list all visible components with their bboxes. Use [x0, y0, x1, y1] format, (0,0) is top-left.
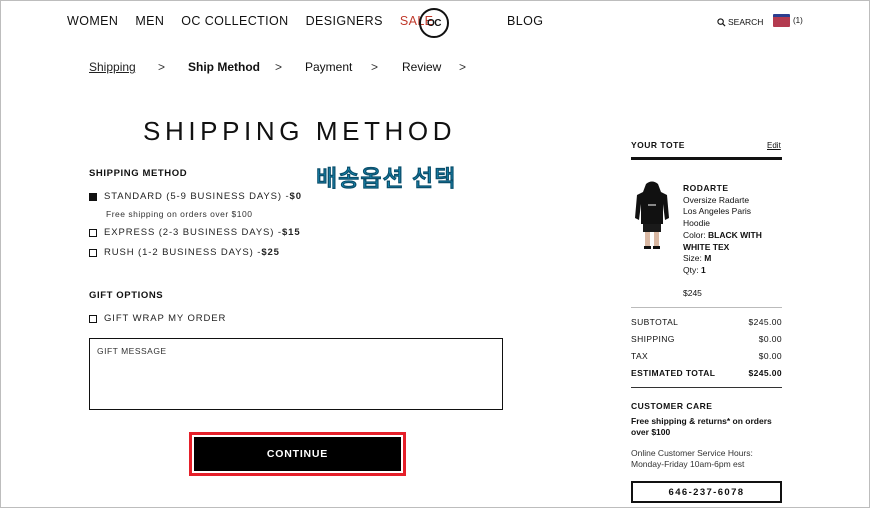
- breadcrumb-review: Review: [402, 60, 442, 74]
- korean-annotation: 배송옵션 선택: [316, 165, 457, 192]
- checkbox-checked-icon[interactable]: [89, 192, 97, 201]
- shipping-label: SHIPPING: [631, 334, 675, 344]
- nav-designers[interactable]: DESIGNERS: [306, 14, 383, 28]
- color-label: Color:: [683, 229, 709, 240]
- service-hours-label: Online Customer Service Hours:: [631, 448, 753, 458]
- oc-logo[interactable]: OC: [419, 8, 449, 38]
- total-row: ESTIMATED TOTAL $245.00: [631, 368, 782, 378]
- option-text: STANDARD (5-9 BUSINESS DAYS) -: [104, 191, 290, 202]
- product-name: Los Angeles Paris: [683, 206, 752, 217]
- option-price: $15: [281, 227, 301, 238]
- gift-wrap-option[interactable]: GIFT WRAP MY ORDER: [89, 313, 226, 324]
- breadcrumb-separator: >: [459, 60, 467, 74]
- product-name: Oversize Radarte: [683, 194, 750, 205]
- product-color: Color: BLACK WITH: [683, 230, 783, 242]
- search-label: SEARCH: [728, 17, 764, 27]
- product-qty: Qty: 1: [683, 265, 783, 277]
- qty-label: Qty:: [683, 264, 701, 275]
- gift-wrap-label: GIFT WRAP MY ORDER: [104, 313, 227, 324]
- breadcrumb-payment: Payment: [305, 60, 353, 74]
- divider: [631, 307, 782, 308]
- qty-value: 1: [700, 264, 706, 275]
- option-text: EXPRESS (2-3 BUSINESS DAYS) -: [104, 227, 282, 238]
- tax-row: TAX $0.00: [631, 351, 782, 361]
- tote-edit-link[interactable]: Edit: [767, 141, 781, 150]
- shipping-value: $0.00: [758, 334, 782, 344]
- shipping-option-express[interactable]: EXPRESS (2-3 BUSINESS DAYS) - $15: [89, 227, 301, 238]
- product-size: Size: M: [683, 253, 783, 265]
- product-brand: RODARTE: [683, 183, 729, 193]
- free-shipping-note: Free shipping on orders over $100: [106, 209, 253, 219]
- tote-item-details: RODARTE Oversize Radarte Los Angeles Par…: [683, 183, 783, 277]
- breadcrumb: Shipping > Ship Method > Payment > Revie…: [89, 60, 466, 74]
- tote-title: YOUR TOTE: [631, 140, 685, 150]
- shopping-bag-icon: [773, 14, 790, 27]
- subtotal-label: SUBTOTAL: [631, 317, 679, 327]
- total-value: $245.00: [748, 368, 782, 378]
- breadcrumb-ship-method: Ship Method: [188, 60, 260, 74]
- nav-oc-collection[interactable]: OC COLLECTION: [181, 14, 288, 28]
- checkbox-icon[interactable]: [89, 228, 97, 237]
- shipping-option-standard[interactable]: STANDARD (5-9 BUSINESS DAYS) - $0: [89, 191, 302, 202]
- shipping-method-label: SHIPPING METHOD: [89, 168, 188, 179]
- gift-options-label: GIFT OPTIONS: [89, 290, 164, 301]
- nav-women[interactable]: WOMEN: [67, 14, 118, 28]
- continue-button[interactable]: CONTINUE: [194, 437, 401, 471]
- divider: [631, 157, 782, 160]
- option-text: RUSH (1-2 BUSINESS DAYS) -: [104, 247, 262, 258]
- cart-button[interactable]: (1): [773, 14, 803, 27]
- breadcrumb-separator: >: [158, 60, 166, 74]
- color-value: BLACK WITH: [708, 229, 762, 240]
- size-label: Size:: [683, 253, 705, 264]
- subtotal-value: $245.00: [748, 317, 782, 327]
- option-price: $25: [261, 247, 280, 258]
- search-button[interactable]: SEARCH: [717, 17, 763, 27]
- gift-message-placeholder: GIFT MESSAGE: [97, 346, 167, 356]
- breadcrumb-separator: >: [371, 60, 379, 74]
- shipping-row: SHIPPING $0.00: [631, 334, 782, 344]
- checkbox-icon[interactable]: [89, 248, 97, 257]
- product-image[interactable]: [634, 180, 670, 250]
- customer-care-title: CUSTOMER CARE: [631, 401, 713, 411]
- size-value: M: [704, 253, 712, 264]
- nav-blog[interactable]: BLOG: [507, 14, 543, 28]
- product-name: Hoodie: [683, 218, 710, 229]
- page-title: SHIPPING METHOD: [143, 116, 457, 146]
- total-label: ESTIMATED TOTAL: [631, 368, 716, 378]
- checkbox-icon[interactable]: [89, 314, 97, 323]
- service-hours: Online Customer Service Hours: Monday-Fr…: [631, 448, 783, 470]
- search-icon: [717, 17, 726, 27]
- divider: [631, 387, 782, 388]
- product-price: $245: [683, 288, 702, 298]
- tax-value: $0.00: [758, 351, 782, 361]
- color-value: WHITE TEX: [683, 241, 730, 252]
- breadcrumb-separator: >: [275, 60, 283, 74]
- free-shipping-returns: Free shipping & returns* on orders over …: [631, 416, 772, 437]
- nav-men[interactable]: MEN: [135, 14, 164, 28]
- option-price: $0: [289, 191, 302, 202]
- main-nav: WOMEN MEN OC COLLECTION DESIGNERS SALE: [67, 14, 433, 28]
- product-color-cont: WHITE TEX: [683, 242, 783, 254]
- cart-count: (1): [793, 16, 803, 25]
- phone-button[interactable]: 646-237-6078: [631, 481, 782, 503]
- breadcrumb-shipping[interactable]: Shipping: [89, 60, 158, 74]
- shipping-option-rush[interactable]: RUSH (1-2 BUSINESS DAYS) - $25: [89, 247, 280, 258]
- subtotal-row: SUBTOTAL $245.00: [631, 317, 782, 327]
- gift-message-field[interactable]: GIFT MESSAGE: [89, 338, 503, 410]
- service-hours-value: Monday-Friday 10am-6pm est: [631, 459, 745, 469]
- tax-label: TAX: [631, 351, 649, 361]
